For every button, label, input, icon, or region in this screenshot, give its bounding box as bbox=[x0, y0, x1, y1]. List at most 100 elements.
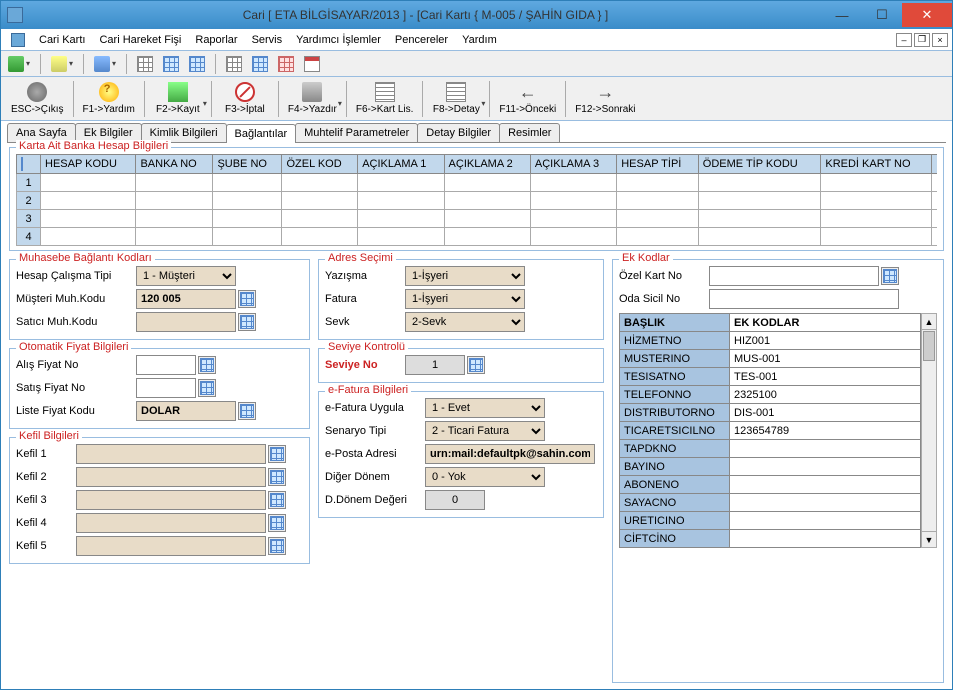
ek-scrollbar[interactable]: ▲ ▼ bbox=[921, 313, 937, 548]
ek-row-value[interactable] bbox=[730, 458, 921, 476]
f12-next-button[interactable]: →F12->Sonraki bbox=[569, 80, 641, 117]
ek-row-value[interactable]: HIZ001 bbox=[730, 332, 921, 350]
bank-col-aciklama3[interactable]: AÇIKLAMA 3 bbox=[530, 155, 616, 174]
efatura-uygula-select[interactable]: 1 - Evet bbox=[425, 398, 545, 418]
mdi-restore[interactable]: ❐ bbox=[914, 33, 930, 47]
ek-row-value[interactable] bbox=[730, 494, 921, 512]
kefil-3-lookup[interactable] bbox=[268, 491, 286, 509]
kefil-3-input[interactable] bbox=[76, 490, 266, 510]
liste-fiyat-input[interactable] bbox=[136, 401, 236, 421]
bank-col-kredi-kart[interactable]: KREDİ KART NO bbox=[821, 155, 932, 174]
f8-detail-button[interactable]: F8->Detay▾ bbox=[426, 80, 486, 117]
sevk-select[interactable]: 2-Sevk bbox=[405, 312, 525, 332]
tab-resimler[interactable]: Resimler bbox=[499, 123, 560, 142]
diger-donem-select[interactable]: 0 - Yok bbox=[425, 467, 545, 487]
ek-row-header[interactable]: BAYINO bbox=[620, 458, 730, 476]
tab-baglantilar[interactable]: Bağlantılar bbox=[226, 124, 297, 143]
bank-col-sube-no[interactable]: ŞUBE NO bbox=[213, 155, 282, 174]
bank-row-3[interactable]: 3 bbox=[17, 210, 41, 228]
senaryo-select[interactable]: 2 - Ticari Fatura bbox=[425, 421, 545, 441]
tb1-btn-3[interactable]: ▾ bbox=[91, 54, 119, 74]
tab-muhtelif[interactable]: Muhtelif Parametreler bbox=[295, 123, 418, 142]
mdi-minimize[interactable]: – bbox=[896, 33, 912, 47]
scroll-thumb[interactable] bbox=[923, 331, 935, 361]
kefil-2-lookup[interactable] bbox=[268, 468, 286, 486]
ek-row-value[interactable] bbox=[730, 530, 921, 548]
tb1-btn-grid3[interactable] bbox=[186, 54, 208, 74]
f1-help-button[interactable]: F1->Yardım bbox=[77, 80, 141, 117]
menu-servis[interactable]: Servis bbox=[246, 32, 289, 48]
menu-cari-karti[interactable]: Cari Kartı bbox=[33, 32, 91, 48]
ek-row-value[interactable]: 2325100 bbox=[730, 386, 921, 404]
alis-fiyat-input[interactable] bbox=[136, 355, 196, 375]
ek-row-header[interactable]: HİZMETNO bbox=[620, 332, 730, 350]
ek-row-header[interactable]: URETICINO bbox=[620, 512, 730, 530]
kefil-1-lookup[interactable] bbox=[268, 445, 286, 463]
bank-col-aciklama2[interactable]: AÇIKLAMA 2 bbox=[444, 155, 530, 174]
kefil-2-input[interactable] bbox=[76, 467, 266, 487]
menu-yardim[interactable]: Yardım bbox=[456, 32, 503, 48]
oda-sicil-input[interactable] bbox=[709, 289, 899, 309]
scroll-down-icon[interactable]: ▼ bbox=[922, 531, 936, 547]
ek-row-header[interactable]: SAYACNO bbox=[620, 494, 730, 512]
menu-yardimci[interactable]: Yardımcı İşlemler bbox=[290, 32, 387, 48]
f11-prev-button[interactable]: ←F11->Önceki bbox=[493, 80, 562, 117]
menu-raporlar[interactable]: Raporlar bbox=[189, 32, 243, 48]
seviye-input[interactable] bbox=[405, 355, 465, 375]
fatura-select[interactable]: 1-İşyeri bbox=[405, 289, 525, 309]
scroll-up-icon[interactable]: ▲ bbox=[922, 314, 936, 330]
ek-row-header[interactable]: BAŞLIK bbox=[620, 314, 730, 332]
f3-cancel-button[interactable]: F3->İptal bbox=[215, 80, 275, 117]
ek-row-header[interactable]: TELEFONNO bbox=[620, 386, 730, 404]
esc-exit-button[interactable]: ESC->Çıkış bbox=[5, 80, 70, 117]
mdi-close[interactable]: × bbox=[932, 33, 948, 47]
ek-row-value[interactable] bbox=[730, 440, 921, 458]
tb1-btn-2[interactable]: ▾ bbox=[48, 54, 76, 74]
musteri-muh-input[interactable] bbox=[136, 289, 236, 309]
f4-print-button[interactable]: F4->Yazdır▾ bbox=[282, 80, 343, 117]
ek-row-value[interactable]: 123654789 bbox=[730, 422, 921, 440]
liste-fiyat-lookup[interactable] bbox=[238, 402, 256, 420]
bank-grid[interactable]: HESAP KODU BANKA NO ŞUBE NO ÖZEL KOD AÇI… bbox=[16, 154, 937, 246]
alis-fiyat-lookup[interactable] bbox=[198, 356, 216, 374]
bank-col-hesap-kodu[interactable]: HESAP KODU bbox=[41, 155, 136, 174]
ek-row-value[interactable] bbox=[730, 512, 921, 530]
kefil-4-input[interactable] bbox=[76, 513, 266, 533]
tab-detay[interactable]: Detay Bilgiler bbox=[417, 123, 500, 142]
satis-fiyat-input[interactable] bbox=[136, 378, 196, 398]
ozel-kart-input[interactable] bbox=[709, 266, 879, 286]
tb1-btn-cal[interactable] bbox=[301, 54, 323, 74]
kefil-1-input[interactable] bbox=[76, 444, 266, 464]
tb1-btn-grid4[interactable] bbox=[223, 54, 245, 74]
bank-col-aciklama1[interactable]: AÇIKLAMA 1 bbox=[358, 155, 444, 174]
bank-row-4[interactable]: 4 bbox=[17, 228, 41, 246]
satis-fiyat-lookup[interactable] bbox=[198, 379, 216, 397]
kefil-5-input[interactable] bbox=[76, 536, 266, 556]
ek-row-header[interactable]: MUSTERINO bbox=[620, 350, 730, 368]
tb1-btn-grid6[interactable] bbox=[275, 54, 297, 74]
musteri-muh-lookup[interactable] bbox=[238, 290, 256, 308]
ddonem-degeri-input[interactable] bbox=[425, 490, 485, 510]
hesap-calisma-select[interactable]: 1 - Müşteri bbox=[136, 266, 236, 286]
ek-row-value[interactable]: MUS-001 bbox=[730, 350, 921, 368]
bank-col-hesap-tipi[interactable]: HESAP TİPİ bbox=[617, 155, 699, 174]
yazisma-select[interactable]: 1-İşyeri bbox=[405, 266, 525, 286]
bank-row-2[interactable]: 2 bbox=[17, 192, 41, 210]
ek-row-value[interactable] bbox=[730, 476, 921, 494]
menu-pencereler[interactable]: Pencereler bbox=[389, 32, 454, 48]
ek-row-header[interactable]: TAPDKNO bbox=[620, 440, 730, 458]
tb1-btn-grid2[interactable] bbox=[160, 54, 182, 74]
menu-cari-hareket[interactable]: Cari Hareket Fişi bbox=[93, 32, 187, 48]
maximize-button[interactable]: ☐ bbox=[862, 3, 902, 27]
ek-row-value[interactable]: EK KODLAR bbox=[730, 314, 921, 332]
kefil-4-lookup[interactable] bbox=[268, 514, 286, 532]
ozel-kart-lookup[interactable] bbox=[881, 267, 899, 285]
ek-row-header[interactable]: TICARETSICILNO bbox=[620, 422, 730, 440]
bank-col-ozel-kod[interactable]: ÖZEL KOD bbox=[282, 155, 358, 174]
tb1-btn-grid1[interactable] bbox=[134, 54, 156, 74]
seviye-lookup[interactable] bbox=[467, 356, 485, 374]
f6-list-button[interactable]: F6->Kart Lis. bbox=[350, 80, 420, 117]
minimize-button[interactable]: — bbox=[822, 3, 862, 27]
tb1-btn-grid5[interactable] bbox=[249, 54, 271, 74]
grid-corner-icon[interactable] bbox=[21, 157, 23, 171]
